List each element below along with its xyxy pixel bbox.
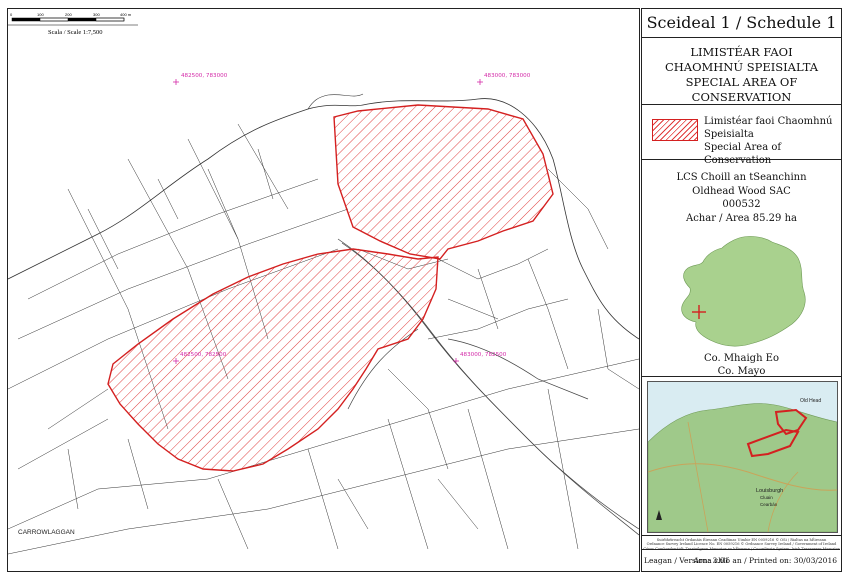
site-name-irish: LCS Choill an tSeanchinn (676, 172, 807, 183)
scale-tick-1: 100 (37, 12, 44, 17)
subtitle-section: LIMISTÉAR FAOI CHAOMHNÚ SPEISIALTA SPECI… (642, 38, 841, 105)
subtitle-irish-line1: LIMISTÉAR FAOI (690, 45, 793, 59)
map-canvas: 482500, 783000 483000, 783000 482500, 78… (8, 73, 639, 555)
legend-section: Limistéar faoi Chaomhnú Speisialta Speci… (642, 105, 841, 166)
inset-map[interactable]: Old Head Louisburgh Cluain Cearbán (647, 381, 838, 533)
inset-section: Old Head Louisburgh Cluain Cearbán (642, 377, 841, 536)
coord-label-ne: 483000, 783000 (484, 73, 531, 79)
main-map[interactable]: 482500, 783000 483000, 783000 482500, 78… (7, 8, 640, 572)
subtitle-english: SPECIAL AREA OF CONSERVATION (685, 75, 798, 104)
site-info-section: LCS Choill an tSeanchinn Oldhead Wood SA… (642, 160, 841, 377)
site-area: Achar / Area 85.29 ha (685, 212, 797, 224)
sac-hatch-swatch (652, 119, 698, 141)
coord-label-sw: 482500, 782500 (180, 352, 227, 358)
placename-label: CARROWLAGGAN (18, 529, 75, 536)
inset-label-cluain: Cluain (760, 495, 773, 500)
footer-row: Leagan / Version: 3.01 Arna chló an / Pr… (641, 549, 840, 571)
schedule-title: Sceideal 1 / Schedule 1 (646, 13, 837, 32)
county-irish: Co. Mhaigh Eo (703, 353, 780, 364)
site-name-english: Oldhead Wood SAC (692, 185, 791, 197)
ireland-locator-map (681, 236, 806, 347)
sac-area[interactable] (107, 104, 554, 472)
scale-tick-2: 200 (65, 12, 72, 17)
inset-label-louisburgh: Louisburgh (756, 488, 783, 494)
coord-label-nw: 482500, 783000 (181, 73, 228, 79)
map-sheet: 482500, 783000 483000, 783000 482500, 78… (0, 0, 850, 578)
subtitle-irish-line2: CHAOMHNÚ SPEISIALTA (664, 60, 819, 74)
scale-label: Scala / Scale 1:7,500 (48, 29, 103, 36)
site-code: 000532 (722, 199, 761, 210)
scale-tick-3: 300 (93, 12, 100, 17)
title-section: Sceideal 1 / Schedule 1 (642, 9, 841, 38)
scale-tick-0: 0 (10, 12, 13, 17)
scale-tick-4: 400 m (120, 12, 132, 17)
legend-label-irish: Limistéar faoi Chaomhnú Speisialta (704, 116, 833, 140)
printed-date: Arna chló an / Printed on: 30/03/2016 (693, 556, 837, 565)
coord-label-se: 483000, 782500 (460, 352, 507, 358)
legend-panel: Sceideal 1 / Schedule 1 LIMISTÉAR FAOI C… (641, 8, 842, 572)
scale-bar: 0 100 200 300 400 m Scala / Scale 1:7,50… (8, 12, 138, 36)
inset-map-canvas: Old Head Louisburgh Cluain Cearbán (648, 398, 837, 532)
inset-label-cearban: Cearbán (760, 502, 778, 507)
inset-label-oldhead: Old Head (800, 398, 821, 404)
